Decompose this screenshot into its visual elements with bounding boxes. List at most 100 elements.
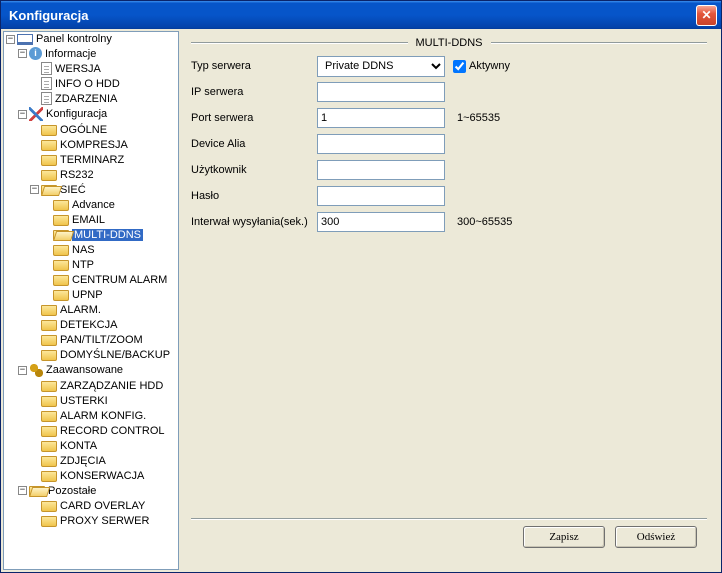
tree-label: DETEKCJA: [60, 319, 117, 331]
tree-info-hdd[interactable]: .INFO O HDD: [30, 76, 178, 91]
folder-icon: [41, 335, 57, 346]
tree-label: CENTRUM ALARM: [72, 274, 167, 286]
tree-record-control[interactable]: .RECORD CONTROL: [30, 423, 178, 438]
tree-advance[interactable]: .Advance: [42, 197, 178, 212]
page-icon: [41, 77, 52, 90]
tree-konfiguracja[interactable]: − Konfiguracja: [18, 106, 178, 122]
tree-usterki[interactable]: .USTERKI: [30, 393, 178, 408]
folder-icon: [41, 125, 57, 136]
tree-email[interactable]: .EMAIL: [42, 212, 178, 227]
tree-alarm-konfig[interactable]: .ALARM KONFIG.: [30, 408, 178, 423]
interval-range-hint: 300~65535: [457, 216, 512, 228]
tree-informacje[interactable]: − Informacje: [18, 46, 178, 61]
tree-rs232[interactable]: .RS232: [30, 167, 178, 182]
collapse-icon[interactable]: −: [18, 49, 27, 58]
tools-icon: [29, 107, 43, 121]
password-input[interactable]: [317, 186, 445, 206]
tree-label: INFO O HDD: [55, 78, 120, 90]
server-ip-input[interactable]: [317, 82, 445, 102]
folder-icon: [41, 441, 57, 452]
tree-ptz[interactable]: .PAN/TILT/ZOOM: [30, 332, 178, 347]
server-type-select[interactable]: Private DDNS: [317, 56, 445, 77]
close-button[interactable]: ✕: [696, 5, 717, 26]
tree-label: SIEĆ: [60, 184, 86, 196]
folder-icon: [53, 290, 69, 301]
tree-ogolne[interactable]: .OGÓLNE: [30, 122, 178, 137]
tree-ntp[interactable]: .NTP: [42, 257, 178, 272]
tree-label: PROXY SERWER: [60, 515, 149, 527]
device-alias-input[interactable]: [317, 134, 445, 154]
tree-zarzadzanie-hdd[interactable]: .ZARZĄDZANIE HDD: [30, 378, 178, 393]
collapse-icon[interactable]: −: [18, 366, 27, 375]
folder-icon: [41, 140, 57, 151]
tree-kompresja[interactable]: .KOMPRESJA: [30, 137, 178, 152]
tree-siec[interactable]: − SIEĆ: [30, 182, 178, 197]
tree-label: WERSJA: [55, 63, 101, 75]
tree-zdarzenia[interactable]: .ZDARZENIA: [30, 91, 178, 106]
tree-label: KONTA: [60, 440, 97, 452]
collapse-icon[interactable]: −: [6, 35, 15, 44]
folder-open-icon: [29, 486, 45, 497]
tree-detekcja[interactable]: .DETEKCJA: [30, 317, 178, 332]
label-interwal: Interwał wysyłania(sek.): [191, 216, 317, 228]
tree-label: UPNP: [72, 289, 103, 301]
tree-zdjecia[interactable]: .ZDJĘCIA: [30, 453, 178, 468]
active-checkbox[interactable]: [453, 60, 466, 73]
tree-label: ZARZĄDZANIE HDD: [60, 380, 163, 392]
nav-tree[interactable]: − Panel kontrolny − Informacje: [3, 31, 179, 570]
folder-icon: [41, 501, 57, 512]
tree-root[interactable]: − Panel kontrolny: [6, 32, 178, 46]
tree-label: ZDARZENIA: [55, 93, 117, 105]
label-aktywny: Aktywny: [469, 60, 510, 72]
tree-konserwacja[interactable]: .KONSERWACJA: [30, 468, 178, 483]
monitor-icon: [17, 34, 33, 45]
label-haslo: Hasło: [191, 190, 317, 202]
page-icon: [41, 92, 52, 105]
folder-icon: [41, 426, 57, 437]
tree-terminarz[interactable]: .TERMINARZ: [30, 152, 178, 167]
folder-icon: [41, 396, 57, 407]
window-titlebar: Konfiguracja ✕: [1, 1, 721, 29]
label-uzytkownik: Użytkownik: [191, 164, 317, 176]
folder-icon: [41, 516, 57, 527]
tree-card-overlay[interactable]: .CARD OVERLAY: [30, 498, 178, 513]
tree-nas[interactable]: .NAS: [42, 242, 178, 257]
collapse-icon[interactable]: −: [18, 110, 27, 119]
server-port-input[interactable]: [317, 108, 445, 128]
folder-icon: [41, 305, 57, 316]
folder-icon: [41, 155, 57, 166]
refresh-button[interactable]: Odśwież: [615, 526, 697, 548]
folder-icon: [41, 350, 57, 361]
divider: [191, 518, 707, 520]
username-input[interactable]: [317, 160, 445, 180]
tree-label: RECORD CONTROL: [60, 425, 165, 437]
send-interval-input[interactable]: [317, 212, 445, 232]
tree-label: ALARM KONFIG.: [60, 410, 146, 422]
tree-proxy-serwer[interactable]: .PROXY SERWER: [30, 513, 178, 528]
divider: [491, 42, 708, 44]
tree-label: ZDJĘCIA: [60, 455, 106, 467]
tree-pozostale[interactable]: − Pozostałe: [18, 483, 178, 498]
tree-centrum-alarm[interactable]: .CENTRUM ALARM: [42, 272, 178, 287]
tree-wersja[interactable]: .WERSJA: [30, 61, 178, 76]
tree-multi-ddns[interactable]: .MULTI-DDNS: [42, 227, 178, 242]
label-ip-serwera: IP serwera: [191, 86, 317, 98]
tree-label: KOMPRESJA: [60, 139, 128, 151]
tree-label: PAN/TILT/ZOOM: [60, 334, 143, 346]
tree-domyslne[interactable]: .DOMYŚLNE/BACKUP: [30, 347, 178, 362]
folder-open-icon: [41, 185, 57, 196]
save-button[interactable]: Zapisz: [523, 526, 605, 548]
collapse-icon[interactable]: −: [18, 486, 27, 495]
tree-alarm[interactable]: .ALARM.: [30, 302, 178, 317]
collapse-icon[interactable]: −: [30, 185, 39, 194]
tree-label: RS232: [60, 169, 94, 181]
tree-label: DOMYŚLNE/BACKUP: [60, 349, 170, 361]
folder-icon: [41, 411, 57, 422]
tree-upnp[interactable]: .UPNP: [42, 287, 178, 302]
tree-label: KONSERWACJA: [60, 470, 144, 482]
folder-icon: [53, 215, 69, 226]
tree-konta[interactable]: .KONTA: [30, 438, 178, 453]
tree-zaawansowane[interactable]: − Zaawansowane: [18, 362, 178, 378]
tree-label: Konfiguracja: [46, 108, 107, 120]
label-port-serwera: Port serwera: [191, 112, 317, 124]
